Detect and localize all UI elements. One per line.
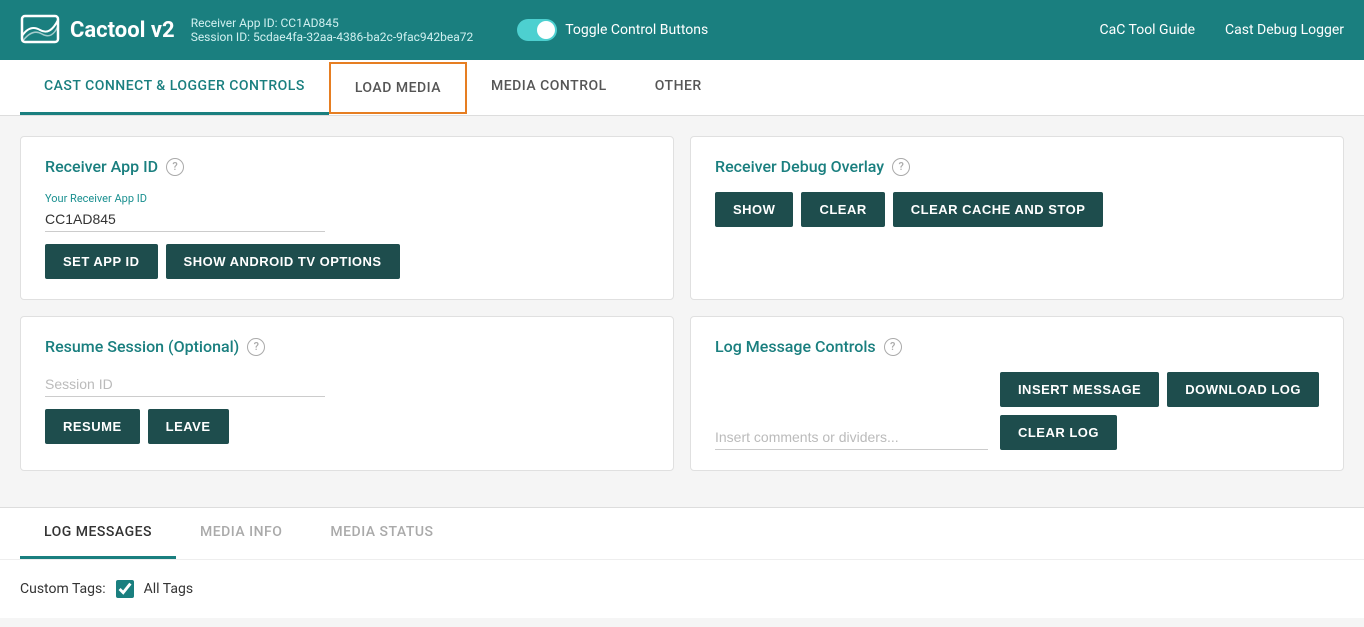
session-id-input[interactable]: [45, 372, 325, 397]
cards-row-2: Resume Session (Optional) ? RESUME LEAVE…: [20, 316, 1344, 471]
header-nav: CaC Tool Guide Cast Debug Logger: [1100, 22, 1345, 38]
main-tabs: CAST CONNECT & LOGGER CONTROLS LOAD MEDI…: [0, 60, 1364, 116]
receiver-app-id-card: Receiver App ID ? Your Receiver App ID S…: [20, 136, 674, 300]
set-app-id-button[interactable]: SET APP ID: [45, 244, 158, 279]
resume-session-help-icon[interactable]: ?: [247, 338, 265, 356]
log-message-help-icon[interactable]: ?: [884, 338, 902, 356]
receiver-debug-title: Receiver Debug Overlay ?: [715, 157, 1319, 176]
all-tags-label: All Tags: [144, 581, 193, 597]
bottom-section: LOG MESSAGES MEDIA INFO MEDIA STATUS Cus…: [0, 507, 1364, 618]
receiver-app-id-buttons: SET APP ID SHOW ANDROID TV OPTIONS: [45, 244, 649, 279]
log-controls-row: INSERT MESSAGE DOWNLOAD LOG CLEAR LOG: [715, 372, 1319, 450]
bottom-content: Custom Tags: All Tags: [0, 560, 1364, 618]
logo-text: Cactool v2: [70, 18, 175, 43]
tab-media-control[interactable]: MEDIA CONTROL: [467, 60, 631, 115]
log-message-controls-card: Log Message Controls ? INSERT MESSAGE DO…: [690, 316, 1344, 471]
resume-session-buttons: RESUME LEAVE: [45, 409, 649, 444]
log-comment-input[interactable]: [715, 425, 988, 450]
show-overlay-button[interactable]: SHOW: [715, 192, 793, 227]
custom-tags-row: Custom Tags: All Tags: [20, 580, 1344, 598]
app-header: Cactool v2 Receiver App ID: CC1AD845 Ses…: [0, 0, 1364, 60]
receiver-app-id-title: Receiver App ID ?: [45, 157, 649, 176]
toggle-area[interactable]: Toggle Control Buttons: [517, 19, 708, 41]
receiver-app-id-info: Receiver App ID: CC1AD845: [191, 16, 474, 30]
tab-log-messages[interactable]: LOG MESSAGES: [20, 508, 176, 559]
clear-log-button[interactable]: CLEAR LOG: [1000, 415, 1117, 450]
download-log-button[interactable]: DOWNLOAD LOG: [1167, 372, 1319, 407]
receiver-app-id-help-icon[interactable]: ?: [166, 158, 184, 176]
tab-media-status[interactable]: MEDIA STATUS: [306, 508, 457, 559]
logo-icon: [20, 10, 60, 50]
custom-tags-label: Custom Tags:: [20, 581, 106, 597]
tab-other[interactable]: OTHER: [631, 60, 726, 115]
main-content: Receiver App ID ? Your Receiver App ID S…: [0, 116, 1364, 507]
leave-button[interactable]: LEAVE: [148, 409, 229, 444]
resume-session-card: Resume Session (Optional) ? RESUME LEAVE: [20, 316, 674, 471]
insert-message-button[interactable]: INSERT MESSAGE: [1000, 372, 1159, 407]
resume-session-title: Resume Session (Optional) ?: [45, 337, 649, 356]
session-id-info: Session ID: 5cdae4fa-32aa-4386-ba2c-9fac…: [191, 30, 474, 44]
bottom-tabs: LOG MESSAGES MEDIA INFO MEDIA STATUS: [0, 508, 1364, 560]
receiver-debug-buttons: SHOW CLEAR CLEAR CACHE AND STOP: [715, 192, 1319, 227]
header-info: Receiver App ID: CC1AD845 Session ID: 5c…: [191, 16, 474, 44]
log-top-buttons: INSERT MESSAGE DOWNLOAD LOG: [1000, 372, 1319, 407]
resume-button[interactable]: RESUME: [45, 409, 140, 444]
receiver-debug-help-icon[interactable]: ?: [892, 158, 910, 176]
toggle-label: Toggle Control Buttons: [565, 22, 708, 38]
tab-cast-connect[interactable]: CAST CONNECT & LOGGER CONTROLS: [20, 60, 329, 115]
receiver-app-id-input[interactable]: [45, 207, 325, 232]
cards-row-1: Receiver App ID ? Your Receiver App ID S…: [20, 136, 1344, 300]
cac-tool-guide-link[interactable]: CaC Tool Guide: [1100, 22, 1196, 38]
show-android-tv-button[interactable]: SHOW ANDROID TV OPTIONS: [166, 244, 400, 279]
receiver-debug-card: Receiver Debug Overlay ? SHOW CLEAR CLEA…: [690, 136, 1344, 300]
logo: Cactool v2: [20, 10, 175, 50]
toggle-switch[interactable]: [517, 19, 557, 41]
clear-overlay-button[interactable]: CLEAR: [801, 192, 884, 227]
log-message-title: Log Message Controls ?: [715, 337, 1319, 356]
receiver-app-id-input-label: Your Receiver App ID: [45, 192, 649, 205]
tab-load-media[interactable]: LOAD MEDIA: [329, 62, 467, 114]
cast-debug-logger-link[interactable]: Cast Debug Logger: [1225, 22, 1344, 38]
tab-media-info[interactable]: MEDIA INFO: [176, 508, 306, 559]
log-buttons: INSERT MESSAGE DOWNLOAD LOG CLEAR LOG: [1000, 372, 1319, 450]
all-tags-checkbox[interactable]: [116, 580, 134, 598]
clear-cache-stop-button[interactable]: CLEAR CACHE AND STOP: [893, 192, 1104, 227]
